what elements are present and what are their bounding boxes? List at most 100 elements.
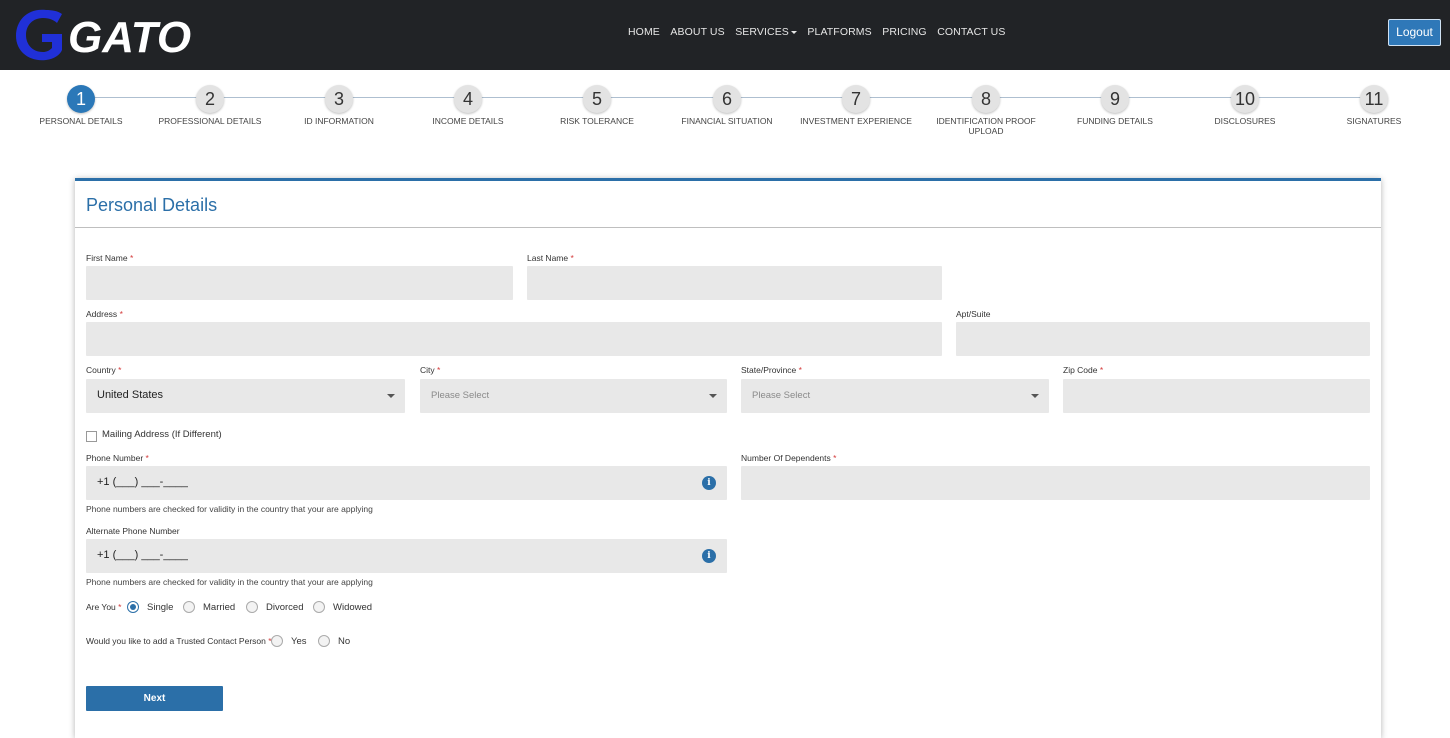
state-label: State/Province *: [741, 365, 802, 375]
radio-widowed-label: Widowed: [333, 602, 373, 613]
zip-label-text: Zip Code: [1063, 365, 1098, 375]
step-6[interactable]: 6 FINANCIAL SITUATION: [667, 85, 787, 126]
country-select[interactable]: United States: [86, 379, 405, 413]
apt-suite-label: Apt/Suite: [956, 309, 991, 319]
nav-pricing[interactable]: PRICING: [882, 26, 926, 38]
first-name-label: First Name *: [86, 253, 133, 263]
nav-home[interactable]: HOME: [628, 26, 660, 38]
info-icon[interactable]: i: [702, 549, 716, 563]
mailing-address-checkbox[interactable]: [86, 431, 97, 442]
trusted-contact-label-text: Would you like to add a Trusted Contact …: [86, 636, 266, 646]
nav-about-us[interactable]: ABOUT US: [670, 26, 724, 38]
address-label-text: Address: [86, 309, 118, 319]
step-10[interactable]: 10 DISCLOSURES: [1185, 85, 1305, 126]
chevron-down-icon: [709, 394, 717, 398]
state-select[interactable]: Please Select: [741, 379, 1049, 413]
step-7[interactable]: 7 INVESTMENT EXPERIENCE: [796, 85, 916, 126]
address-input[interactable]: [86, 322, 942, 356]
radio-divorced-label: Divorced: [266, 602, 304, 613]
info-icon[interactable]: i: [702, 476, 716, 490]
required-mark: *: [145, 453, 149, 463]
chevron-down-icon: [1031, 394, 1039, 398]
step-4[interactable]: 4 INCOME DETAILS: [408, 85, 528, 126]
step-9[interactable]: 9 FUNDING DETAILS: [1055, 85, 1175, 126]
phone-input[interactable]: +1 (___) ___-____ i: [86, 466, 727, 500]
dependents-label-text: Number Of Dependents: [741, 453, 831, 463]
step-label: FINANCIAL SITUATION: [681, 116, 773, 126]
mailing-address-label: Mailing Address (If Different): [102, 429, 222, 440]
nav-platforms[interactable]: PLATFORMS: [807, 26, 871, 38]
step-8[interactable]: 8 IDENTIFICATION PROOF UPLOAD: [936, 85, 1036, 136]
marital-label: Are You *: [86, 602, 121, 612]
radio-single[interactable]: [127, 601, 139, 613]
step-label: DISCLOSURES: [1214, 116, 1276, 126]
radio-trusted-yes[interactable]: [271, 635, 283, 647]
step-label: ID INFORMATION: [304, 116, 374, 126]
step-label: RISK TOLERANCE: [560, 116, 634, 126]
required-mark: *: [1099, 365, 1104, 375]
step-label: SIGNATURES: [1346, 116, 1402, 126]
address-label: Address *: [86, 309, 123, 319]
required-mark: *: [570, 253, 574, 263]
zip-label: Zip Code *: [1063, 365, 1103, 375]
first-name-input[interactable]: [86, 266, 513, 300]
last-name-label-text: Last Name: [527, 253, 569, 263]
step-number: 6: [713, 85, 741, 113]
step-label: PROFESSIONAL DETAILS: [158, 116, 262, 126]
alt-phone-hint: Phone numbers are checked for validity i…: [86, 577, 373, 587]
last-name-input[interactable]: [527, 266, 942, 300]
radio-married[interactable]: [183, 601, 195, 613]
step-label: INCOME DETAILS: [432, 116, 504, 126]
radio-married-label: Married: [203, 602, 236, 613]
radio-trusted-no[interactable]: [318, 635, 330, 647]
radio-trusted-yes-label: Yes: [291, 636, 307, 647]
step-number: 3: [325, 85, 353, 113]
country-label: Country *: [86, 365, 121, 375]
city-select[interactable]: Please Select: [420, 379, 727, 413]
gato-logo[interactable]: GATO: [12, 4, 192, 62]
next-button[interactable]: Next: [86, 686, 223, 711]
radio-divorced[interactable]: [246, 601, 258, 613]
personal-details-card: Personal Details First Name * Last Name …: [75, 178, 1381, 738]
alt-phone-value: +1 (___) ___-____: [97, 549, 188, 561]
city-label-text: City: [420, 365, 435, 375]
phone-hint: Phone numbers are checked for validity i…: [86, 504, 373, 514]
trusted-contact-label: Would you like to add a Trusted Contact …: [86, 636, 272, 646]
marital-label-text: Are You: [86, 602, 116, 612]
radio-trusted-no-label: No: [338, 636, 351, 647]
zip-input[interactable]: [1063, 379, 1370, 413]
logout-button[interactable]: Logout: [1388, 19, 1441, 46]
step-label: PERSONAL DETAILS: [39, 116, 123, 126]
step-5[interactable]: 5 RISK TOLERANCE: [537, 85, 657, 126]
alt-phone-input[interactable]: +1 (___) ___-____ i: [86, 539, 727, 573]
first-name-label-text: First Name: [86, 253, 128, 263]
required-mark: *: [118, 365, 122, 375]
step-number: 4: [454, 85, 482, 113]
alt-phone-label: Alternate Phone Number: [86, 526, 180, 536]
step-number: 7: [842, 85, 870, 113]
step-number: 10: [1231, 85, 1259, 113]
step-number: 8: [972, 85, 1000, 113]
radio-widowed[interactable]: [313, 601, 325, 613]
nav-contact-us[interactable]: CONTACT US: [937, 26, 1005, 38]
step-number: 2: [196, 85, 224, 113]
required-mark: *: [833, 453, 837, 463]
step-3[interactable]: 3 ID INFORMATION: [279, 85, 399, 126]
step-2[interactable]: 2 PROFESSIONAL DETAILS: [150, 85, 270, 126]
phone-label: Phone Number *: [86, 453, 149, 463]
step-number: 11: [1360, 85, 1388, 113]
step-label: IDENTIFICATION PROOF UPLOAD: [936, 116, 1036, 136]
required-mark: *: [119, 309, 123, 319]
city-label: City *: [420, 365, 440, 375]
chevron-down-icon: [790, 30, 797, 34]
state-label-text: State/Province: [741, 365, 797, 375]
country-value: United States: [97, 389, 164, 401]
apt-suite-input[interactable]: [956, 322, 1370, 356]
dependents-input[interactable]: [741, 466, 1370, 500]
city-placeholder: Please Select: [431, 390, 490, 401]
nav-services[interactable]: SERVICES: [735, 26, 797, 38]
step-11[interactable]: 11 SIGNATURES: [1314, 85, 1434, 126]
state-placeholder: Please Select: [752, 390, 811, 401]
step-1[interactable]: 1 PERSONAL DETAILS: [21, 85, 141, 126]
last-name-label: Last Name *: [527, 253, 574, 263]
